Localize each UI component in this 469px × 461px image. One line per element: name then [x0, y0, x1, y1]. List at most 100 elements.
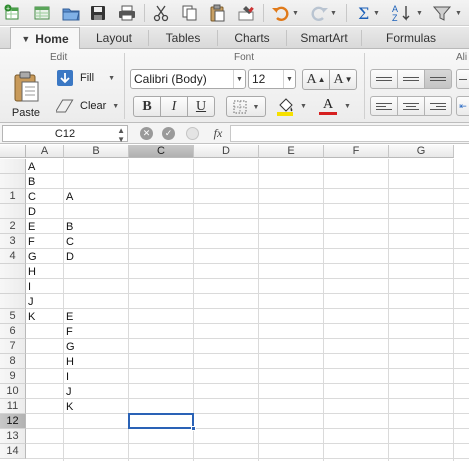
select-all-corner[interactable] [0, 145, 26, 158]
cell-b[interactable]: B [64, 219, 129, 234]
autosum-dropdown-icon[interactable]: ▼ [373, 10, 380, 17]
cell-a[interactable]: E [26, 219, 64, 234]
cell-b[interactable] [64, 429, 129, 444]
open-button[interactable] [60, 3, 82, 23]
cell-a[interactable] [26, 429, 64, 444]
cell-a[interactable]: C [26, 189, 64, 204]
redo-button[interactable]: ▼ [308, 3, 338, 23]
tab-layout[interactable]: Layout [80, 27, 148, 49]
row-header[interactable]: 11 [0, 399, 26, 414]
column-header-e[interactable]: E [259, 145, 324, 158]
row-header[interactable]: 7 [0, 339, 26, 354]
borders-button[interactable]: ▼ [226, 96, 266, 117]
font-size-dropdown-icon[interactable]: ▼ [283, 70, 295, 88]
tab-formulas[interactable]: Formulas [362, 27, 460, 49]
cell-b[interactable] [64, 414, 129, 429]
row-header[interactable]: 8 [0, 354, 26, 369]
cell-b[interactable] [64, 294, 129, 309]
cell-a[interactable] [26, 384, 64, 399]
insert-function-button[interactable]: fx [207, 125, 229, 142]
row-header[interactable]: 1 [0, 189, 26, 204]
align-left-button[interactable] [370, 96, 398, 116]
cell-a[interactable]: B [26, 174, 64, 189]
cell-a[interactable]: J [26, 294, 64, 309]
cell-b[interactable] [64, 444, 129, 459]
formula-input[interactable] [230, 125, 469, 142]
cell-a[interactable] [26, 444, 64, 459]
clear-dropdown-icon[interactable]: ▼ [112, 103, 119, 110]
cell-b[interactable]: K [64, 399, 129, 414]
cell-b[interactable]: G [64, 339, 129, 354]
cell-a[interactable]: A [26, 159, 64, 174]
row-header[interactable]: 5 [0, 309, 26, 324]
cell-a[interactable] [26, 399, 64, 414]
cell-a[interactable]: I [26, 279, 64, 294]
autosum-button[interactable]: Σ ▼ [354, 3, 382, 23]
cell-a[interactable] [26, 354, 64, 369]
indent-button[interactable]: ⇤ [456, 96, 469, 116]
tab-charts[interactable]: Charts [218, 27, 286, 49]
save-button[interactable] [88, 3, 108, 23]
paste-button[interactable]: Paste [4, 67, 48, 119]
redo-dropdown-icon[interactable]: ▼ [330, 10, 337, 17]
confirm-entry-icon[interactable]: ✓ [162, 127, 175, 140]
templates-button[interactable] [32, 3, 54, 23]
font-name-dropdown-icon[interactable]: ▼ [233, 70, 245, 88]
undo-dropdown-icon[interactable]: ▼ [292, 10, 299, 17]
cell-b[interactable]: C [64, 234, 129, 249]
cell-b[interactable] [64, 279, 129, 294]
fill-handle[interactable] [191, 426, 196, 431]
row-header[interactable] [0, 264, 26, 279]
cell-a[interactable] [26, 369, 64, 384]
tab-smartart[interactable]: SmartArt [287, 27, 361, 49]
print-button[interactable] [116, 3, 138, 23]
cell-b[interactable]: D [64, 249, 129, 264]
cell-b[interactable]: J [64, 384, 129, 399]
column-header-a[interactable]: A [26, 145, 64, 158]
fill-color-dropdown-icon[interactable]: ▼ [300, 103, 307, 110]
worksheet-grid[interactable]: A B C D E F G A B 1 C A D 2 E B 3 F C 4 G D H I J 5 K E 6 F 7 G 8 H 9 I 10 J 1… [0, 145, 469, 461]
cell-a[interactable]: K [26, 309, 64, 324]
tab-home[interactable]: ▼ Home [10, 27, 80, 50]
orientation-button[interactable] [456, 69, 469, 89]
fill-dropdown-icon[interactable]: ▼ [108, 75, 115, 82]
column-header-b[interactable]: B [64, 145, 129, 158]
cell-b[interactable] [64, 264, 129, 279]
cut-button[interactable] [150, 3, 172, 23]
row-header[interactable]: 4 [0, 249, 26, 264]
align-middle-button[interactable] [397, 69, 425, 89]
underline-button[interactable]: U [187, 96, 215, 117]
fill-color-button[interactable]: ▼ [276, 96, 314, 117]
column-header-c[interactable]: C [129, 145, 194, 158]
grow-font-button[interactable]: A ▲ [302, 69, 330, 90]
cell-a[interactable]: H [26, 264, 64, 279]
align-top-button[interactable] [370, 69, 398, 89]
bold-button[interactable]: B [133, 96, 161, 117]
borders-dropdown-icon[interactable]: ▼ [253, 103, 260, 111]
font-name-select[interactable]: Calibri (Body) ▼ [130, 69, 246, 89]
cancel-entry-icon[interactable]: ✕ [140, 127, 153, 140]
font-color-dropdown-icon[interactable]: ▼ [344, 103, 351, 110]
paste-button-small[interactable] [206, 3, 228, 23]
sort-button[interactable]: AZ ▼ [390, 3, 424, 23]
clear-button[interactable]: Clear ▼ [56, 95, 120, 117]
cell-b[interactable]: A [64, 189, 129, 204]
row-header[interactable]: 12 [0, 414, 26, 429]
cell-b[interactable] [64, 159, 129, 174]
row-header[interactable] [0, 294, 26, 309]
cell-b[interactable] [64, 174, 129, 189]
column-header-d[interactable]: D [194, 145, 259, 158]
row-header[interactable]: 10 [0, 384, 26, 399]
cell-b[interactable]: H [64, 354, 129, 369]
filter-button[interactable]: ▼ [430, 3, 464, 23]
filter-dropdown-icon[interactable]: ▼ [455, 10, 462, 17]
active-cell[interactable] [128, 413, 194, 429]
cell-a[interactable] [26, 324, 64, 339]
cell-b[interactable] [64, 204, 129, 219]
undo-button[interactable]: ▼ [270, 3, 300, 23]
cell-b[interactable]: E [64, 309, 129, 324]
cell-a[interactable]: F [26, 234, 64, 249]
shrink-font-button[interactable]: A ▼ [329, 69, 357, 90]
new-workbook-button[interactable]: + [2, 3, 22, 23]
row-header[interactable] [0, 279, 26, 294]
